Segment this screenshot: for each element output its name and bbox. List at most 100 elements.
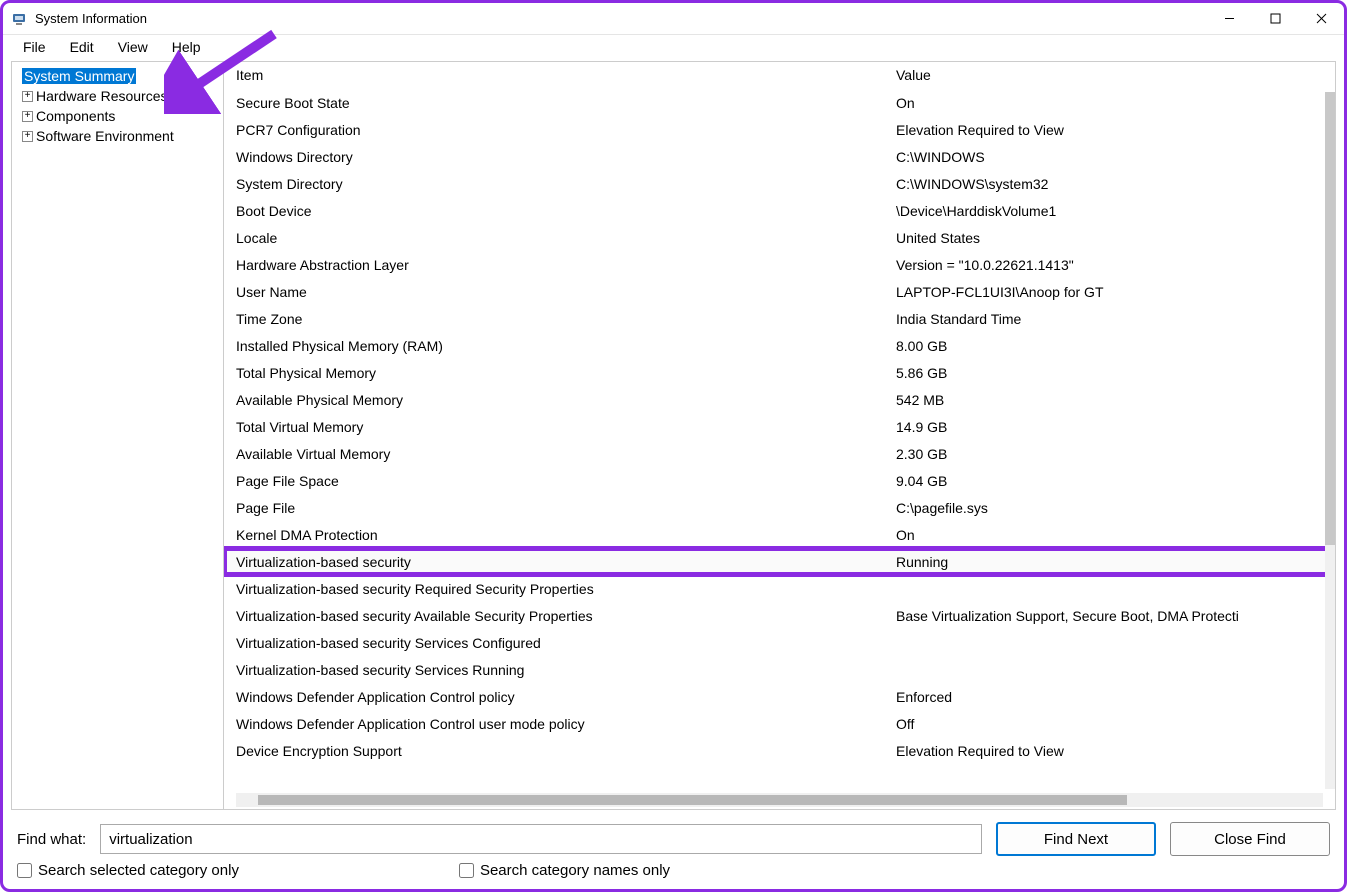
titlebar: System Information xyxy=(3,3,1344,35)
table-row[interactable]: Boot Device\Device\HarddiskVolume1 xyxy=(224,197,1335,224)
tree-item-label: System Summary xyxy=(22,68,136,84)
expand-icon[interactable]: + xyxy=(22,131,33,142)
cell-item: Total Virtual Memory xyxy=(236,419,896,435)
cell-item: Kernel DMA Protection xyxy=(236,527,896,543)
table-row[interactable]: Virtualization-based security Services C… xyxy=(224,629,1335,656)
expand-icon[interactable]: + xyxy=(22,111,33,122)
table-row[interactable]: Available Virtual Memory2.30 GB xyxy=(224,440,1335,467)
cell-value: Elevation Required to View xyxy=(896,122,1323,138)
search-selected-category-input[interactable] xyxy=(17,863,32,878)
tree-item[interactable]: +Software Environment xyxy=(16,126,219,146)
vertical-scroll-thumb[interactable] xyxy=(1325,92,1335,545)
cell-value: Base Virtualization Support, Secure Boot… xyxy=(896,608,1323,624)
cell-item: Virtualization-based security Available … xyxy=(236,608,896,624)
table-row[interactable]: Time ZoneIndia Standard Time xyxy=(224,305,1335,332)
search-category-names-label: Search category names only xyxy=(480,862,670,879)
grid-header-row[interactable]: Item Value xyxy=(224,62,1335,89)
find-next-button[interactable]: Find Next xyxy=(996,822,1156,856)
cell-item: Windows Defender Application Control pol… xyxy=(236,689,896,705)
table-row[interactable]: Total Physical Memory5.86 GB xyxy=(224,359,1335,386)
cell-item: Hardware Abstraction Layer xyxy=(236,257,896,273)
close-button[interactable] xyxy=(1298,3,1344,35)
minimize-button[interactable] xyxy=(1206,3,1252,35)
menubar: File Edit View Help xyxy=(3,35,1344,59)
search-category-names-checkbox[interactable]: Search category names only xyxy=(459,862,670,879)
cell-item: Secure Boot State xyxy=(236,95,896,111)
details-grid[interactable]: Item Value Secure Boot StateOnPCR7 Confi… xyxy=(224,62,1335,793)
vertical-scrollbar[interactable] xyxy=(1325,92,1335,789)
menu-help[interactable]: Help xyxy=(160,37,213,57)
table-row[interactable]: Secure Boot StateOn xyxy=(224,89,1335,116)
table-row[interactable]: LocaleUnited States xyxy=(224,224,1335,251)
expand-icon[interactable]: + xyxy=(22,91,33,102)
table-row[interactable]: Page File Space9.04 GB xyxy=(224,467,1335,494)
content-area: System Summary+Hardware Resources+Compon… xyxy=(11,61,1336,810)
table-row[interactable]: Windows Defender Application Control pol… xyxy=(224,683,1335,710)
table-row[interactable]: Page FileC:\pagefile.sys xyxy=(224,494,1335,521)
cell-value: LAPTOP-FCL1UI3I\Anoop for GT xyxy=(896,284,1323,300)
cell-item: Available Virtual Memory xyxy=(236,446,896,462)
horizontal-scrollbar[interactable] xyxy=(236,793,1323,807)
cell-item: Available Physical Memory xyxy=(236,392,896,408)
table-row[interactable]: User NameLAPTOP-FCL1UI3I\Anoop for GT xyxy=(224,278,1335,305)
table-row[interactable]: PCR7 ConfigurationElevation Required to … xyxy=(224,116,1335,143)
table-row[interactable]: Device Encryption SupportElevation Requi… xyxy=(224,737,1335,764)
cell-value: Elevation Required to View xyxy=(896,743,1323,759)
cell-item: Locale xyxy=(236,230,896,246)
cell-item: Total Physical Memory xyxy=(236,365,896,381)
cell-value: 2.30 GB xyxy=(896,446,1323,462)
tree-item[interactable]: +Hardware Resources xyxy=(16,86,219,106)
table-row[interactable]: Virtualization-based security Required S… xyxy=(224,575,1335,602)
column-header-value[interactable]: Value xyxy=(896,67,1323,83)
table-row[interactable]: Installed Physical Memory (RAM)8.00 GB xyxy=(224,332,1335,359)
cell-value: Running xyxy=(896,554,1323,570)
table-row[interactable]: Virtualization-based securityRunning xyxy=(224,548,1335,575)
table-row[interactable]: System DirectoryC:\WINDOWS\system32 xyxy=(224,170,1335,197)
tree-item[interactable]: +Components xyxy=(16,106,219,126)
cell-value: 14.9 GB xyxy=(896,419,1323,435)
search-category-names-input[interactable] xyxy=(459,863,474,878)
search-selected-category-checkbox[interactable]: Search selected category only xyxy=(17,862,239,879)
cell-item: Windows Directory xyxy=(236,149,896,165)
cell-value: C:\WINDOWS xyxy=(896,149,1323,165)
table-row[interactable]: Virtualization-based security Services R… xyxy=(224,656,1335,683)
category-tree[interactable]: System Summary+Hardware Resources+Compon… xyxy=(12,62,224,809)
cell-value: On xyxy=(896,95,1323,111)
cell-item: PCR7 Configuration xyxy=(236,122,896,138)
table-row[interactable]: Windows Defender Application Control use… xyxy=(224,710,1335,737)
menu-view[interactable]: View xyxy=(106,37,160,57)
find-input[interactable] xyxy=(100,824,982,854)
cell-item: Boot Device xyxy=(236,203,896,219)
cell-item: Virtualization-based security xyxy=(236,554,896,570)
close-find-button[interactable]: Close Find xyxy=(1170,822,1330,856)
cell-item: Device Encryption Support xyxy=(236,743,896,759)
find-options-row: Search selected category only Search cat… xyxy=(3,858,1344,889)
menu-edit[interactable]: Edit xyxy=(58,37,106,57)
cell-value: C:\pagefile.sys xyxy=(896,500,1323,516)
maximize-button[interactable] xyxy=(1252,3,1298,35)
tree-item-label: Hardware Resources xyxy=(36,88,168,104)
table-row[interactable]: Virtualization-based security Available … xyxy=(224,602,1335,629)
table-row[interactable]: Hardware Abstraction LayerVersion = "10.… xyxy=(224,251,1335,278)
cell-value: United States xyxy=(896,230,1323,246)
cell-value: India Standard Time xyxy=(896,311,1323,327)
cell-item: User Name xyxy=(236,284,896,300)
cell-item: Page File xyxy=(236,500,896,516)
tree-item[interactable]: System Summary xyxy=(16,66,219,86)
cell-value: 542 MB xyxy=(896,392,1323,408)
table-row[interactable]: Total Virtual Memory14.9 GB xyxy=(224,413,1335,440)
table-row[interactable]: Available Physical Memory542 MB xyxy=(224,386,1335,413)
horizontal-scroll-thumb[interactable] xyxy=(258,795,1128,805)
window-title: System Information xyxy=(35,11,147,26)
cell-value: 5.86 GB xyxy=(896,365,1323,381)
cell-item: Virtualization-based security Services R… xyxy=(236,662,896,678)
table-row[interactable]: Windows DirectoryC:\WINDOWS xyxy=(224,143,1335,170)
tree-item-label: Components xyxy=(36,108,115,124)
cell-item: System Directory xyxy=(236,176,896,192)
cell-value: Version = "10.0.22621.1413" xyxy=(896,257,1323,273)
cell-value: 8.00 GB xyxy=(896,338,1323,354)
column-header-item[interactable]: Item xyxy=(236,67,896,83)
cell-item: Virtualization-based security Services C… xyxy=(236,635,896,651)
menu-file[interactable]: File xyxy=(11,37,58,57)
table-row[interactable]: Kernel DMA ProtectionOn xyxy=(224,521,1335,548)
